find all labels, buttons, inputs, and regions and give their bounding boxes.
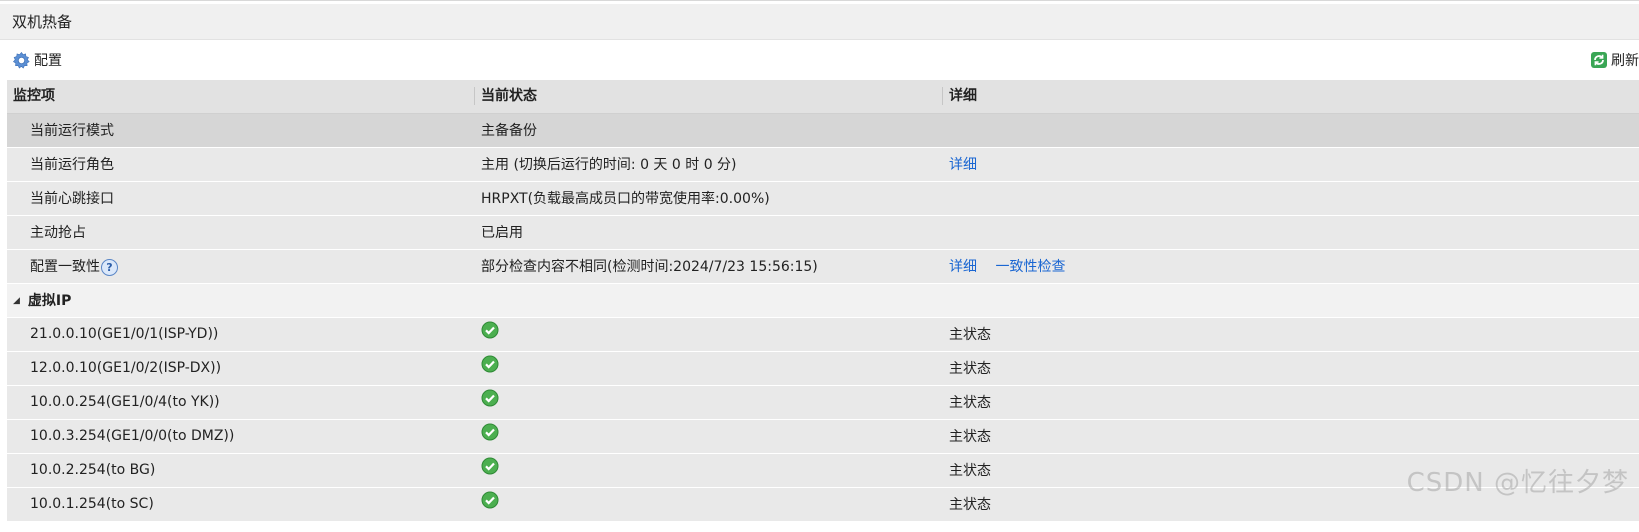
status-cell: 主用 (切换后运行的时间: 0 天 0 时 0 分) bbox=[474, 147, 942, 182]
gear-icon bbox=[12, 51, 31, 70]
hrp-status-table: 监控项 当前状态 详细 当前运行模式 主备备份 当前运行角色 主用 (切换后运行… bbox=[7, 80, 1639, 522]
vip-status-cell bbox=[474, 487, 942, 522]
check-circle-icon bbox=[481, 423, 499, 445]
table-row[interactable]: 10.0.1.254(to SC) 主状态 bbox=[7, 487, 1639, 522]
item-cell: 当前心跳接口 bbox=[7, 181, 474, 216]
item-cell: 当前运行模式 bbox=[7, 113, 474, 148]
vip-item-cell: 21.0.0.10(GE1/0/1(ISP-YD)) bbox=[7, 317, 474, 352]
vip-item-cell: 10.0.1.254(to SC) bbox=[7, 487, 474, 522]
table-row-config-consistency[interactable]: 配置一致性? 部分检查内容不相同(检测时间:2024/7/23 15:56:15… bbox=[7, 249, 1639, 284]
status-cell: 部分检查内容不相同(检测时间:2024/7/23 15:56:15) bbox=[474, 249, 942, 284]
page-title-bar: 双机热备 bbox=[0, 4, 1639, 40]
vip-status-cell bbox=[474, 453, 942, 488]
column-header-current-status[interactable]: 当前状态 bbox=[474, 80, 942, 114]
table-row[interactable]: 10.0.0.254(GE1/0/4(to YK)) 主状态 bbox=[7, 385, 1639, 420]
status-cell: HRPXT(负载最高成员口的带宽使用率:0.00%) bbox=[474, 181, 942, 216]
group-label: 虚拟IP bbox=[27, 293, 72, 309]
help-icon[interactable]: ? bbox=[101, 258, 118, 276]
item-label: 配置一致性 bbox=[30, 259, 100, 275]
detail-cell bbox=[942, 113, 1639, 148]
table-row[interactable]: 21.0.0.10(GE1/0/1(ISP-YD)) 主状态 bbox=[7, 317, 1639, 352]
detail-cell bbox=[942, 181, 1639, 216]
detail-cell bbox=[942, 215, 1639, 250]
collapse-triangle-icon[interactable]: ◢ bbox=[13, 296, 20, 306]
vip-status-cell bbox=[474, 419, 942, 454]
table-row-heartbeat[interactable]: 当前心跳接口 HRPXT(负载最高成员口的带宽使用率:0.00%) bbox=[7, 181, 1639, 216]
vip-status-cell bbox=[474, 385, 942, 420]
refresh-icon bbox=[1590, 51, 1608, 69]
check-circle-icon bbox=[481, 491, 499, 513]
vip-detail-cell: 主状态 bbox=[942, 351, 1639, 386]
vip-item-cell: 12.0.0.10(GE1/0/2(ISP-DX)) bbox=[7, 351, 474, 386]
vip-detail-cell: 主状态 bbox=[942, 385, 1639, 420]
table-row-preempt[interactable]: 主动抢占 已启用 bbox=[7, 215, 1639, 250]
detail-cell: 详细 bbox=[942, 147, 1639, 182]
group-row-virtual-ip[interactable]: ◢ 虚拟IP bbox=[7, 283, 1639, 318]
vip-item-cell: 10.0.0.254(GE1/0/4(to YK)) bbox=[7, 385, 474, 420]
check-circle-icon bbox=[481, 355, 499, 377]
check-circle-icon bbox=[481, 389, 499, 411]
vip-status-cell bbox=[474, 317, 942, 352]
item-cell: 当前运行角色 bbox=[7, 147, 474, 182]
check-circle-icon bbox=[481, 457, 499, 479]
role-details-link[interactable]: 详细 bbox=[949, 157, 977, 173]
table-header-row: 监控项 当前状态 详细 bbox=[7, 80, 1639, 114]
check-circle-icon bbox=[481, 321, 499, 343]
status-cell: 已启用 bbox=[474, 215, 942, 250]
refresh-label: 刷新 bbox=[1611, 53, 1639, 69]
table-row[interactable]: 12.0.0.10(GE1/0/2(ISP-DX)) 主状态 bbox=[7, 351, 1639, 386]
vip-status-cell bbox=[474, 351, 942, 386]
vip-detail-cell: 主状态 bbox=[942, 419, 1639, 454]
config-button[interactable]: 配置 bbox=[12, 50, 62, 70]
toolbar: 配置 刷新 bbox=[0, 40, 1639, 80]
vip-item-cell: 10.0.3.254(GE1/0/0(to DMZ)) bbox=[7, 419, 474, 454]
config-label: 配置 bbox=[34, 53, 62, 69]
page-title: 双机热备 bbox=[12, 13, 73, 31]
consistency-check-link[interactable]: 一致性检查 bbox=[995, 259, 1065, 275]
table-row[interactable]: 10.0.3.254(GE1/0/0(to DMZ)) 主状态 bbox=[7, 419, 1639, 454]
group-header: ◢ 虚拟IP bbox=[7, 283, 1639, 318]
column-header-monitor-item[interactable]: 监控项 bbox=[7, 80, 474, 114]
detail-cell: 详细 一致性检查 bbox=[942, 249, 1639, 284]
vip-detail-cell: 主状态 bbox=[942, 317, 1639, 352]
table-row-run-mode[interactable]: 当前运行模式 主备备份 bbox=[7, 113, 1639, 148]
vip-item-cell: 10.0.2.254(to BG) bbox=[7, 453, 474, 488]
status-cell: 主备备份 bbox=[474, 113, 942, 148]
refresh-button[interactable]: 刷新 bbox=[1590, 50, 1639, 70]
item-cell: 配置一致性? bbox=[7, 249, 474, 284]
table-row-run-role[interactable]: 当前运行角色 主用 (切换后运行的时间: 0 天 0 时 0 分) 详细 bbox=[7, 147, 1639, 182]
table-row[interactable]: 10.0.2.254(to BG) 主状态 bbox=[7, 453, 1639, 488]
item-cell: 主动抢占 bbox=[7, 215, 474, 250]
watermark: CSDN @忆往夕梦 bbox=[1406, 468, 1629, 498]
consistency-details-link[interactable]: 详细 bbox=[949, 259, 977, 275]
column-header-details[interactable]: 详细 bbox=[942, 80, 1639, 114]
